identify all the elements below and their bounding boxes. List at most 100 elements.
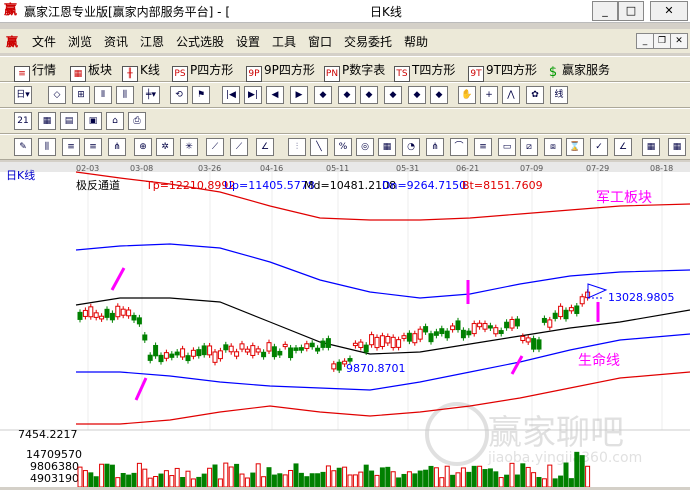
pitchfork-icon[interactable]: ⋔ bbox=[426, 138, 444, 156]
crosshair-icon[interactable]: + bbox=[480, 86, 498, 104]
network-icon[interactable]: ⌂ bbox=[106, 112, 124, 130]
quote-button[interactable]: ≡ 行情 bbox=[14, 61, 56, 82]
grid-tool-icon[interactable]: ▦ bbox=[378, 138, 396, 156]
candle-body bbox=[277, 350, 283, 356]
candle-body bbox=[541, 317, 547, 323]
tunnel-icon[interactable]: ≡ bbox=[474, 138, 492, 156]
tool-icon[interactable]: ✿ bbox=[526, 86, 544, 104]
gann-fan2-icon[interactable]: ⟋ bbox=[230, 138, 248, 156]
compare-icon[interactable]: ⊞ bbox=[72, 86, 90, 104]
menu-window[interactable]: 窗口 bbox=[308, 33, 332, 50]
candle-body bbox=[77, 311, 83, 320]
close-button[interactable]: ✕ bbox=[650, 1, 688, 21]
time-icon[interactable]: ⌛ bbox=[566, 138, 584, 156]
pencil-icon[interactable]: ✎ bbox=[14, 138, 32, 156]
shift-right-icon[interactable]: ◆ bbox=[384, 86, 402, 104]
candle-dropdown-icon[interactable]: ╪▾ bbox=[142, 86, 160, 104]
gann-fan-icon[interactable]: ⟋ bbox=[206, 138, 224, 156]
9p-square-button[interactable]: 9P 9P四方形 bbox=[246, 61, 315, 82]
last-page-icon[interactable]: ▶| bbox=[244, 86, 262, 104]
angle-icon[interactable]: ∠ bbox=[256, 138, 274, 156]
print-icon[interactable]: ⎙ bbox=[128, 112, 146, 130]
volume-bar bbox=[126, 474, 132, 488]
9t-square-button[interactable]: 9T 9T四方形 bbox=[468, 61, 537, 82]
volume-bar bbox=[379, 467, 385, 488]
table-icon[interactable]: ▦ bbox=[642, 138, 660, 156]
service-button[interactable]: $ 赢家服务 bbox=[546, 61, 610, 80]
calendar-icon[interactable]: 21 bbox=[14, 112, 32, 130]
vlines-icon[interactable]: ⫼ bbox=[38, 138, 56, 156]
zoom-in-icon[interactable]: ◆ bbox=[314, 86, 332, 104]
shift-left-icon[interactable]: ◆ bbox=[360, 86, 378, 104]
kline-chart[interactable]: 02-03 03-08 03-26 04-16 05-11 05-31 06-21 07-09… bbox=[0, 162, 690, 488]
cycle-icon[interactable]: ◔ bbox=[402, 138, 420, 156]
star-icon[interactable]: ✳ bbox=[180, 138, 198, 156]
menu-settings[interactable]: 设置 bbox=[236, 33, 260, 50]
indicator-icon[interactable]: ⟲ bbox=[170, 86, 188, 104]
sector-button[interactable]: ▦ 板块 bbox=[70, 61, 112, 82]
mdi-minimize-button[interactable]: _ bbox=[636, 33, 654, 49]
minimize-button[interactable]: _ bbox=[592, 1, 618, 21]
volume-bar bbox=[466, 471, 472, 488]
shrink-icon[interactable]: ◆ bbox=[430, 86, 448, 104]
mdi-restore-button[interactable]: ❐ bbox=[653, 33, 671, 49]
period-dropdown[interactable]: 日▾ bbox=[14, 86, 32, 104]
prev-icon[interactable]: ◀ bbox=[266, 86, 284, 104]
volume-bar bbox=[88, 472, 94, 488]
table2-icon[interactable]: ▦ bbox=[668, 138, 686, 156]
candle-body bbox=[261, 351, 267, 358]
next-icon[interactable]: ▶ bbox=[290, 86, 308, 104]
channel-icon[interactable]: ⧄ bbox=[520, 138, 538, 156]
calculator-icon[interactable]: ▦ bbox=[38, 112, 56, 130]
candle-body bbox=[126, 309, 132, 317]
candle-body bbox=[390, 336, 396, 349]
candle-body bbox=[536, 339, 542, 350]
trend-icon[interactable]: ⋀ bbox=[502, 86, 520, 104]
fan-icon-a[interactable]: ≡ bbox=[62, 138, 80, 156]
chart-canvas[interactable]: 02-03 03-08 03-26 04-16 05-11 05-31 06-21 07-09… bbox=[0, 162, 690, 488]
maximize-button[interactable]: □ bbox=[618, 1, 644, 21]
spiral-icon[interactable]: ◎ bbox=[356, 138, 374, 156]
menu-file[interactable]: 文件 bbox=[32, 33, 56, 50]
watermark-logo: 赢家聊吧 jiaoba.yingjia360.com bbox=[425, 402, 642, 466]
t-square-button[interactable]: TS T四方形 bbox=[394, 61, 455, 82]
volume-bar bbox=[547, 464, 553, 488]
grid-icon[interactable]: ▤ bbox=[60, 112, 78, 130]
line-style-icon[interactable]: 线 bbox=[550, 86, 568, 104]
compass-icon[interactable]: ✲ bbox=[156, 138, 174, 156]
slash-icon[interactable]: ╲ bbox=[310, 138, 328, 156]
square-tool-icon[interactable]: ⧈ bbox=[544, 138, 562, 156]
volume-bar bbox=[347, 474, 353, 488]
menu-browse[interactable]: 浏览 bbox=[68, 33, 92, 50]
fan-icon-b[interactable]: ≡ bbox=[84, 138, 102, 156]
circle-icon[interactable]: ⊕ bbox=[134, 138, 152, 156]
menu-formula[interactable]: 公式选股 bbox=[176, 33, 224, 50]
menu-help[interactable]: 帮助 bbox=[404, 33, 428, 50]
ruler-icon[interactable]: ⫶ bbox=[288, 138, 306, 156]
kline-button[interactable]: ╫ K线 bbox=[122, 61, 160, 82]
bar-chart-icon[interactable]: ⫴ bbox=[94, 86, 112, 104]
menu-gann[interactable]: 江恩 bbox=[140, 33, 164, 50]
fib-icon[interactable]: ⋔ bbox=[108, 138, 126, 156]
date-label: 06-21 bbox=[456, 164, 479, 173]
arc-icon[interactable]: ⌒ bbox=[450, 138, 468, 156]
chart-type-icon[interactable]: ◇ bbox=[48, 86, 66, 104]
menu-trade[interactable]: 交易委托 bbox=[344, 33, 392, 50]
menu-tools[interactable]: 工具 bbox=[272, 33, 296, 50]
p-square-button[interactable]: PS P四方形 bbox=[172, 61, 233, 82]
p-table-button[interactable]: PN P数字表 bbox=[324, 61, 385, 82]
flag-icon[interactable]: ⚑ bbox=[192, 86, 210, 104]
volume-bar bbox=[444, 465, 450, 488]
menu-news[interactable]: 资讯 bbox=[104, 33, 128, 50]
first-page-icon[interactable]: |◀ bbox=[222, 86, 240, 104]
zoom-out-icon[interactable]: ◆ bbox=[338, 86, 356, 104]
box-icon[interactable]: ▭ bbox=[498, 138, 516, 156]
mdi-close-button[interactable]: ✕ bbox=[670, 33, 688, 49]
save-icon[interactable]: ▣ bbox=[84, 112, 102, 130]
expand-icon[interactable]: ◆ bbox=[408, 86, 426, 104]
percent-icon[interactable]: % bbox=[334, 138, 352, 156]
candle-chart-icon[interactable]: ⫼ bbox=[116, 86, 134, 104]
angle2-icon[interactable]: ∠ bbox=[614, 138, 632, 156]
hand-icon[interactable]: ✋ bbox=[458, 86, 476, 104]
mark-icon[interactable]: ✓ bbox=[590, 138, 608, 156]
